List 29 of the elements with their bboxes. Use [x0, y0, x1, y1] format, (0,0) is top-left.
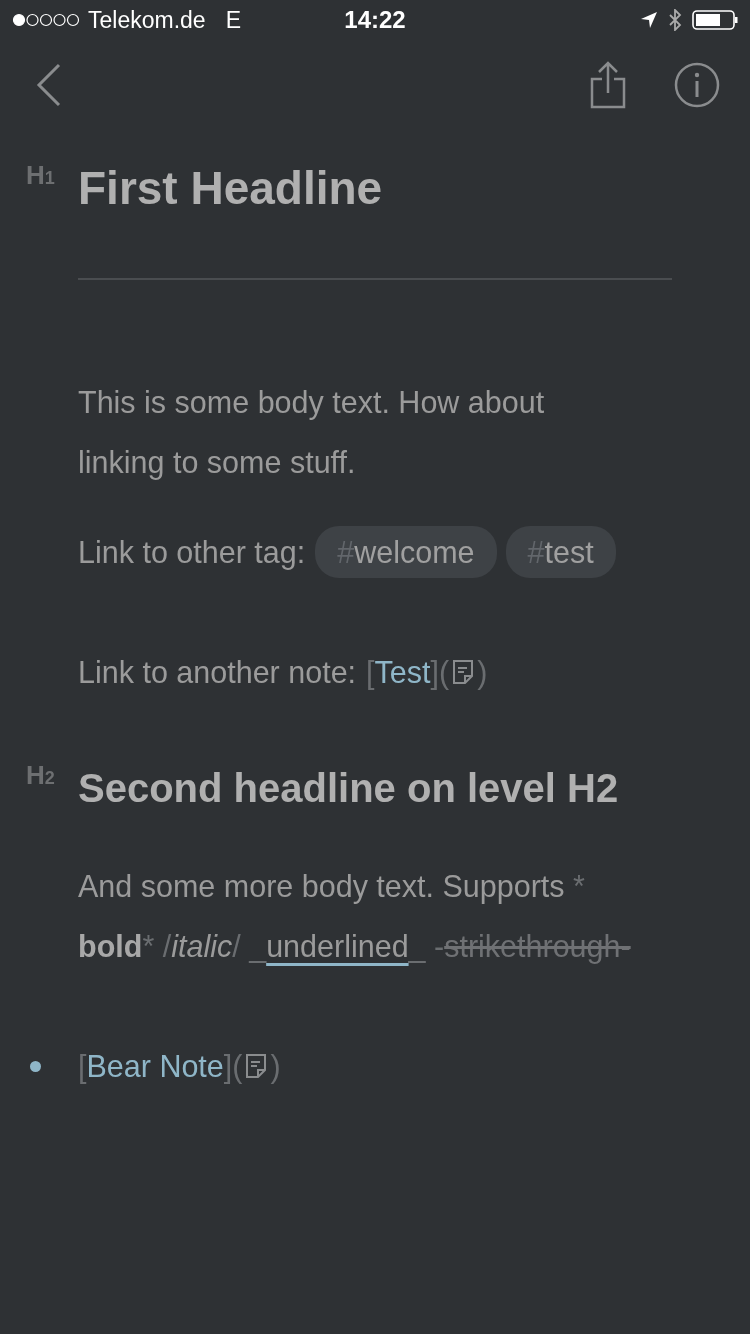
carrier-name: Telekom.de	[88, 6, 206, 34]
note-icon[interactable]	[245, 1053, 268, 1079]
back-button[interactable]	[36, 63, 62, 107]
battery-icon	[692, 10, 738, 30]
note-icon[interactable]	[452, 659, 475, 685]
body-text: And some more body text. Supports * bold* /italic/ _underlined_ -strikethrough-	[78, 868, 632, 966]
network-type: E	[225, 6, 241, 34]
clock: 14:22	[344, 6, 406, 34]
signal-icon	[12, 13, 80, 27]
note-link[interactable]: Bear Note	[86, 1036, 224, 1096]
bracket: )	[270, 1048, 281, 1086]
body-text: This is some body text. How about linking to some stuff.	[78, 384, 546, 482]
bullet-icon	[30, 1060, 41, 1072]
info-button[interactable]	[674, 62, 720, 108]
headline: Second headline on level H2	[78, 765, 619, 812]
location-arrow-icon	[640, 11, 658, 29]
bracket: [	[366, 654, 375, 692]
headline: First Headline	[78, 161, 383, 216]
tag-label: Link to other tag:	[78, 534, 306, 572]
bracket: )	[477, 654, 488, 692]
share-button[interactable]	[590, 61, 626, 109]
bracket: ](	[430, 654, 450, 692]
bluetooth-icon	[668, 9, 682, 31]
bracket: [	[78, 1048, 87, 1086]
tag-chip[interactable]: #test	[505, 526, 616, 578]
note-link-label: Link to another note:	[78, 654, 357, 691]
tag-chip[interactable]: #welcome	[315, 526, 497, 578]
note-link[interactable]: Test	[374, 642, 431, 702]
bracket: ](	[223, 1048, 243, 1086]
